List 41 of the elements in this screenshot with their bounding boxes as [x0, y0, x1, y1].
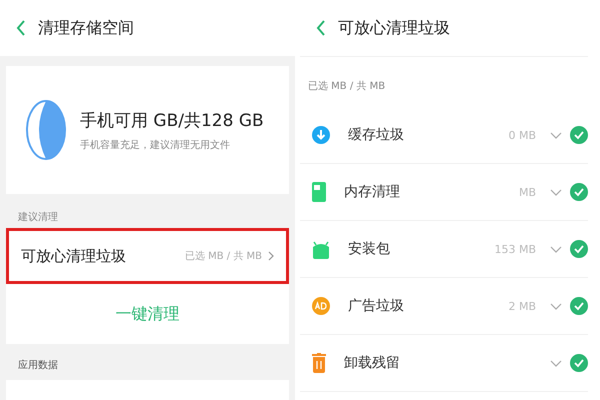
screen-title: 清理存储空间	[38, 18, 134, 38]
junk-row[interactable]: 可放心清理垃圾 已选 MB / 共 MB	[6, 228, 289, 284]
category-label: 广告垃圾	[348, 297, 405, 315]
checkbox[interactable]	[570, 297, 588, 315]
size-text: MB	[518, 186, 536, 198]
selection-summary: 已选 MB / 共 MB	[308, 81, 386, 92]
expand-icon[interactable]	[550, 132, 562, 138]
size-text: 2 MB	[508, 300, 536, 312]
checkbox[interactable]	[570, 354, 588, 372]
size-text: 153 MB	[494, 242, 536, 256]
section-label: 应用数据	[18, 360, 58, 371]
category-label: 缓存垃圾	[348, 126, 405, 144]
category-label: 内存清理	[344, 183, 401, 201]
section-label: 建议清理	[18, 212, 58, 223]
chevron-icon	[268, 251, 274, 261]
expand-icon[interactable]	[550, 302, 562, 310]
junk-category-row[interactable]: 广告垃圾 2 MB	[300, 278, 588, 335]
checkbox[interactable]	[570, 240, 588, 258]
storage-hint: 手机容量充足，建议清理无用文件	[80, 138, 231, 152]
category-label: 卸载残留	[344, 354, 401, 372]
expand-icon[interactable]	[550, 246, 562, 252]
android-icon	[312, 239, 330, 259]
storage-pie-icon	[26, 100, 66, 160]
junk-category-row[interactable]: 卸载残留	[300, 335, 588, 392]
junk-category-row[interactable]: 缓存垃圾 0 MB	[300, 107, 588, 164]
category-label: 安装包	[348, 240, 391, 258]
size-text: 0 MB	[508, 128, 536, 142]
back-icon[interactable]	[316, 19, 326, 37]
junk-category-row[interactable]: 安装包 153 MB	[300, 221, 588, 278]
junk-category-row[interactable]: 内存清理 MB	[300, 164, 588, 221]
storage-headline: 手机可用 GB/共128 GB	[80, 110, 264, 132]
expand-icon[interactable]	[550, 360, 562, 366]
ad-icon	[312, 297, 330, 315]
checkbox[interactable]	[570, 126, 588, 144]
trash-icon	[312, 353, 326, 373]
expand-icon[interactable]	[550, 188, 562, 196]
sd-card-icon	[312, 182, 326, 202]
back-icon[interactable]	[16, 19, 26, 37]
checkbox[interactable]	[570, 183, 588, 201]
download-icon	[312, 126, 330, 144]
screen-title: 可放心清理垃圾	[338, 18, 450, 38]
